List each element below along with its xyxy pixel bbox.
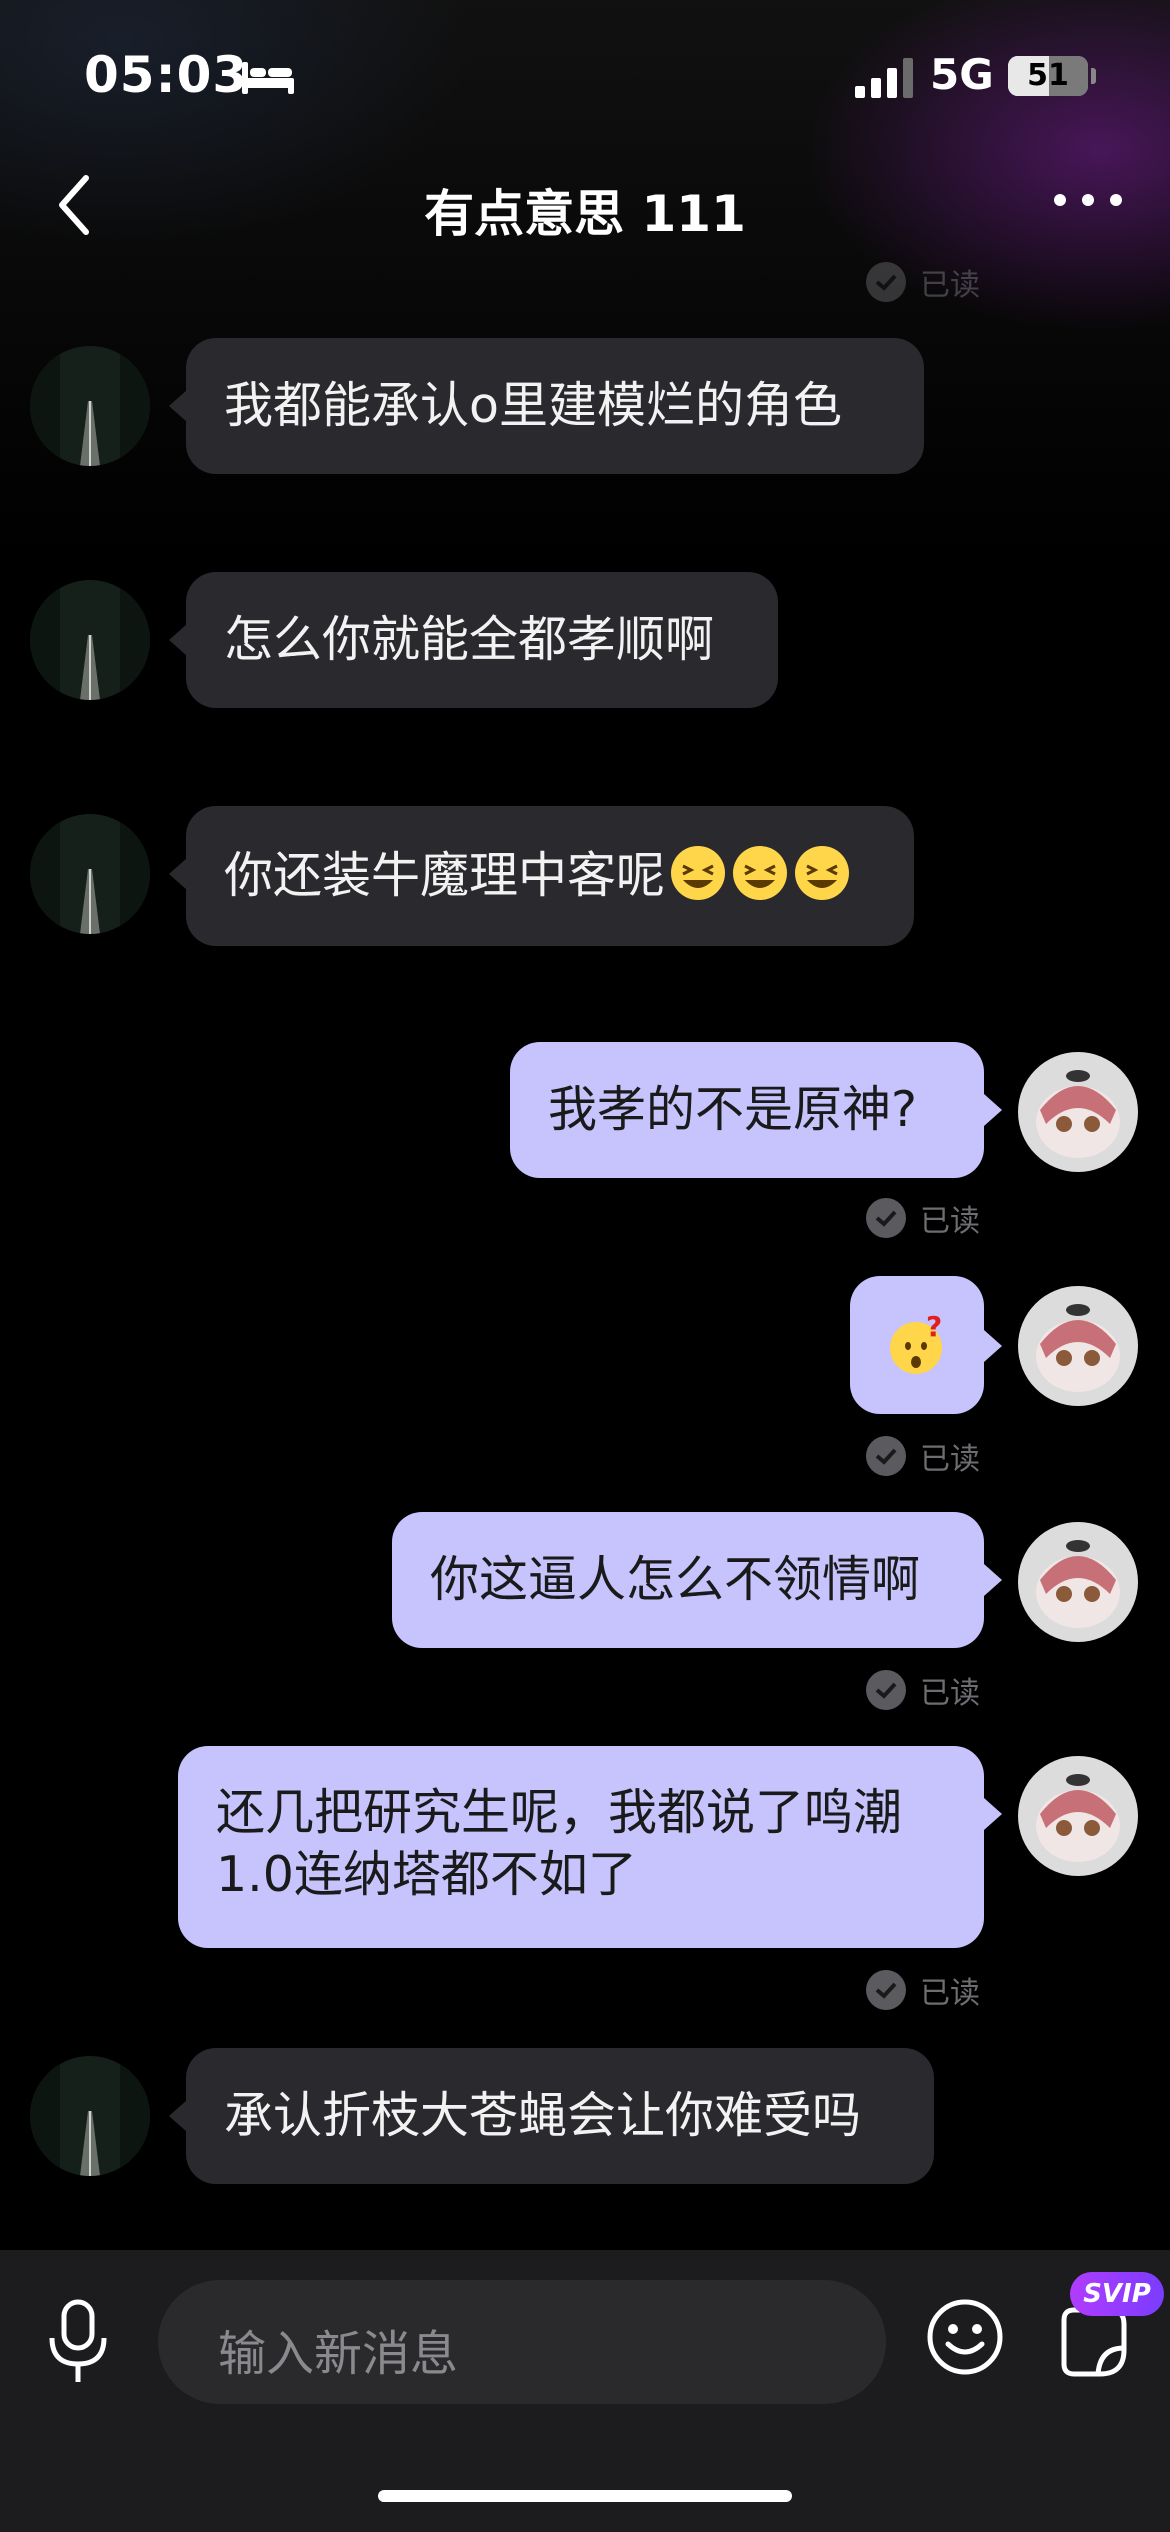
- read-receipt: 已读: [866, 1968, 980, 2012]
- bubble-tail: [169, 390, 187, 422]
- read-receipt: 已读: [866, 1196, 980, 1240]
- read-receipt: 已读: [866, 1668, 980, 1712]
- contact-avatar[interactable]: [30, 2056, 150, 2176]
- chat-header: 有点意思 111: [0, 150, 1170, 260]
- bubble-tail: [984, 1798, 1002, 1830]
- grinning-squint-icon: [671, 846, 726, 900]
- home-indicator: [378, 2490, 792, 2502]
- read-check-icon: [866, 1670, 906, 1710]
- emoji-icon[interactable]: [926, 2298, 1004, 2376]
- status-bar: 05:03 5G 51: [0, 0, 1170, 150]
- status-time: 05:03: [84, 46, 249, 104]
- read-receipt: 已读: [866, 260, 980, 304]
- message-text: 你还装牛魔理中客呢: [224, 847, 666, 904]
- user-avatar[interactable]: [1018, 1522, 1138, 1642]
- message-bubble[interactable]: 还几把研究生呢，我都说了鸣潮 1.0连纳塔都不如了: [178, 1746, 984, 1948]
- contact-avatar[interactable]: [30, 580, 150, 700]
- message-bubble[interactable]: 承认折枝大苍蝇会让你难受吗: [186, 2048, 934, 2184]
- message-text: 我孝的不是原神?: [548, 1081, 918, 1138]
- bubble-tail: [984, 1330, 1002, 1362]
- message-text: 承认折枝大苍蝇会让你难受吗: [224, 2087, 862, 2144]
- question-face-icon: ?: [890, 1312, 942, 1374]
- sleep-focus-icon: [242, 62, 294, 94]
- read-check-icon: [866, 1970, 906, 2010]
- battery-level: 51: [1027, 58, 1069, 93]
- bubble-tail: [169, 624, 187, 656]
- cellular-signal-icon: [855, 58, 913, 98]
- microphone-icon[interactable]: [44, 2298, 112, 2386]
- user-avatar[interactable]: [1018, 1286, 1138, 1406]
- network-type: 5G: [930, 50, 994, 99]
- read-check-icon: [866, 1436, 906, 1476]
- bubble-tail: [984, 1564, 1002, 1596]
- message-input[interactable]: 输入新消息: [158, 2280, 886, 2404]
- more-options-icon[interactable]: [1052, 190, 1124, 210]
- bubble-tail: [169, 858, 187, 890]
- contact-avatar[interactable]: [30, 814, 150, 934]
- battery-tip: [1091, 68, 1096, 84]
- message-text: 你这逼人怎么不领情啊: [430, 1551, 921, 1608]
- message-bubble[interactable]: ?: [850, 1276, 984, 1414]
- contact-avatar[interactable]: [30, 346, 150, 466]
- message-bubble[interactable]: 我孝的不是原神?: [510, 1042, 984, 1178]
- bubble-tail: [984, 1094, 1002, 1126]
- read-receipt: 已读: [866, 1434, 980, 1478]
- svip-badge: SVIP: [1070, 2272, 1164, 2316]
- message-bubble[interactable]: 你还装牛魔理中客呢: [186, 806, 914, 946]
- message-text-line: 还几把研究生呢，我都说了鸣潮: [216, 1784, 903, 1841]
- read-check-icon: [866, 1198, 906, 1238]
- user-avatar[interactable]: [1018, 1756, 1138, 1876]
- message-text-line: 1.0连纳塔都不如了: [216, 1846, 637, 1903]
- message-bubble[interactable]: 你这逼人怎么不领情啊: [392, 1512, 984, 1648]
- message-bubble[interactable]: 怎么你就能全都孝顺啊: [186, 572, 778, 708]
- svg-text:?: ?: [926, 1312, 942, 1343]
- message-input-placeholder: 输入新消息: [218, 2326, 459, 2382]
- user-avatar[interactable]: [1018, 1052, 1138, 1172]
- message-text: 怎么你就能全都孝顺啊: [224, 611, 715, 668]
- message-bubble[interactable]: 我都能承认o里建模烂的角色: [186, 338, 924, 474]
- read-check-icon: [866, 262, 906, 302]
- chat-title: 有点意思 111: [424, 185, 746, 243]
- message-text: 我都能承认o里建模烂的角色: [224, 377, 842, 434]
- bubble-tail: [169, 2100, 187, 2132]
- battery-icon: 51: [1008, 56, 1088, 96]
- grinning-squint-icon: [795, 846, 850, 900]
- grinning-squint-icon: [733, 846, 788, 900]
